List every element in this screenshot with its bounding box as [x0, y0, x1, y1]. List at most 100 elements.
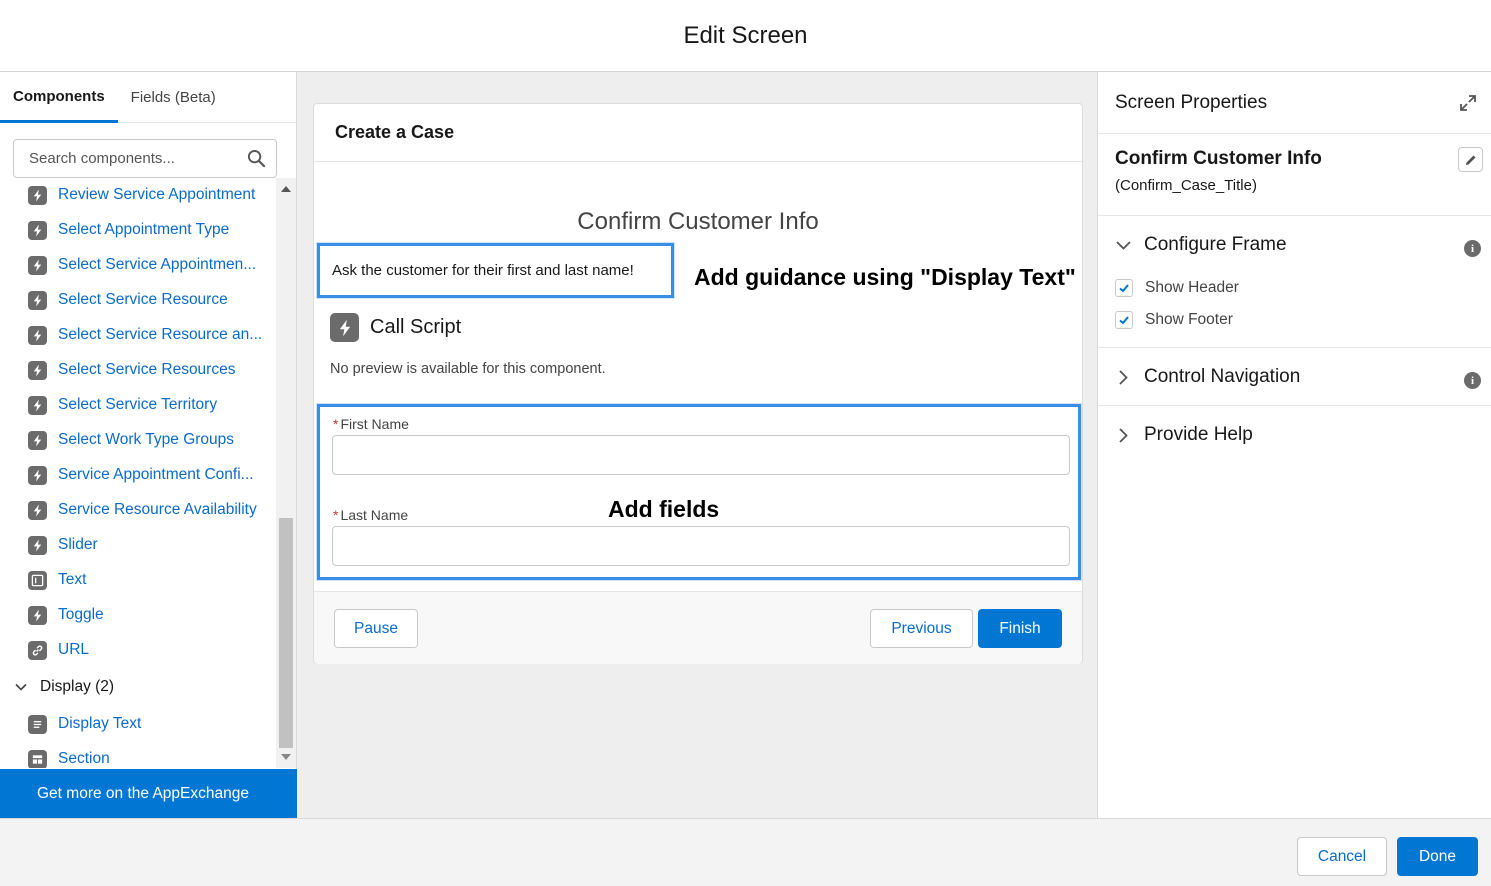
properties-title: Screen Properties — [1115, 91, 1268, 113]
show-header-option[interactable]: Show Header — [1115, 279, 1239, 297]
tab-components[interactable]: Components — [0, 72, 118, 123]
component-item[interactable]: Toggle — [28, 602, 104, 628]
chevron-down-icon — [15, 683, 27, 691]
expand-icon[interactable] — [1459, 94, 1477, 112]
previous-button[interactable]: Previous — [870, 609, 973, 648]
section-label: Control Navigation — [1144, 366, 1301, 387]
pencil-icon — [1465, 155, 1475, 165]
display-text-component[interactable]: Ask the customer for their first and las… — [317, 243, 674, 298]
component-label: Slider — [58, 536, 98, 553]
section-control-navigation[interactable]: Control Navigation — [1115, 366, 1300, 388]
finish-button[interactable]: Finish — [978, 609, 1062, 648]
search-box — [13, 139, 277, 178]
properties-header: Screen Properties — [1098, 72, 1491, 134]
pause-button[interactable]: Pause — [334, 609, 418, 648]
component-item[interactable]: Select Appointment Type — [28, 217, 229, 243]
display-text-content: Ask the customer for their first and las… — [332, 262, 634, 279]
chevron-down-icon — [1116, 240, 1131, 250]
chevron-right-icon — [1119, 427, 1128, 443]
screen-api-name: (Confirm_Case_Title) — [1115, 177, 1257, 194]
lightning-icon — [28, 185, 47, 205]
first-name-input[interactable] — [332, 435, 1070, 475]
components-panel: Components Fields (Beta) Review Service … — [0, 72, 297, 818]
component-list-scrollbar[interactable] — [276, 178, 296, 768]
display-group-toggle[interactable]: Display (2) — [14, 674, 114, 700]
annotation-add-fields: Add fields — [608, 496, 720, 522]
show-footer-checkbox[interactable] — [1115, 311, 1133, 329]
modal-title: Edit Screen — [683, 21, 808, 49]
component-item[interactable]: Review Service Appointment — [28, 182, 255, 208]
modal-header: Edit Screen — [0, 0, 1491, 72]
checkbox-label: Show Footer — [1145, 311, 1233, 328]
call-script-label: Call Script — [370, 316, 462, 338]
card-header: Create a Case — [314, 104, 1082, 162]
component-label: Display Text — [58, 715, 142, 732]
modal-footer: Cancel Done — [0, 818, 1491, 886]
cancel-button[interactable]: Cancel — [1297, 837, 1387, 876]
component-label: Service Resource Availability — [58, 501, 257, 518]
component-label: Review Service Appointment — [58, 186, 256, 203]
group-label: Display (2) — [40, 678, 115, 695]
check-icon — [1119, 284, 1129, 293]
screen-label: Confirm Customer Info — [1115, 148, 1322, 169]
divider — [1098, 347, 1491, 348]
check-icon — [1119, 316, 1129, 325]
call-script-component[interactable]: Call Script — [330, 313, 461, 342]
component-label: URL — [58, 641, 90, 658]
no-preview-text: No preview is available for this compone… — [330, 361, 606, 377]
component-item[interactable]: URL — [28, 637, 89, 663]
text-input-icon — [28, 570, 47, 590]
lightning-icon — [28, 605, 47, 625]
show-footer-option[interactable]: Show Footer — [1115, 311, 1233, 329]
show-header-checkbox[interactable] — [1115, 279, 1133, 297]
lightning-icon — [28, 290, 47, 310]
component-item[interactable]: Select Work Type Groups — [28, 427, 234, 453]
lightning-icon — [28, 395, 47, 415]
required-marker: * — [333, 507, 339, 523]
tab-fields-beta[interactable]: Fields (Beta) — [118, 72, 229, 123]
divider — [1098, 405, 1491, 406]
scroll-down-arrow-icon[interactable] — [281, 754, 291, 760]
component-label: Select Appointment Type — [58, 221, 230, 238]
lightning-icon — [28, 220, 47, 240]
lightning-icon — [330, 313, 359, 342]
checkbox-label: Show Header — [1145, 279, 1239, 296]
edit-button[interactable] — [1458, 147, 1483, 172]
component-item[interactable]: Text — [28, 567, 86, 593]
lightning-icon — [28, 255, 47, 275]
section-configure-frame[interactable]: Configure Frame — [1115, 234, 1287, 256]
info-icon[interactable]: i — [1464, 240, 1481, 257]
component-item[interactable]: Select Service Territory — [28, 392, 217, 418]
done-button[interactable]: Done — [1397, 837, 1478, 876]
screen-canvas: Create a Case Confirm Customer Info Ask … — [297, 72, 1097, 818]
info-icon[interactable]: i — [1464, 372, 1481, 389]
component-item[interactable]: Display Text — [28, 711, 141, 737]
search-icon[interactable] — [247, 149, 266, 168]
screen-title: Confirm Customer Info — [577, 208, 819, 235]
component-item[interactable]: Select Service Resource — [28, 287, 228, 313]
lightning-icon — [28, 500, 47, 520]
component-item[interactable]: Service Resource Availability — [28, 497, 257, 523]
component-label: Section — [58, 750, 110, 767]
component-item[interactable]: Section — [28, 746, 110, 768]
screen-preview-card: Create a Case Confirm Customer Info Ask … — [313, 103, 1083, 664]
component-item[interactable]: Select Service Resources — [28, 357, 235, 383]
component-item[interactable]: Select Service Appointmen... — [28, 252, 256, 278]
component-item[interactable]: Select Service Resource an... — [28, 322, 262, 348]
section-provide-help[interactable]: Provide Help — [1115, 424, 1253, 446]
required-marker: * — [333, 416, 339, 432]
section-label: Configure Frame — [1144, 234, 1287, 255]
chevron-right-icon — [1119, 369, 1128, 385]
component-item[interactable]: Slider — [28, 532, 98, 558]
component-label: Select Service Resource an... — [58, 326, 263, 343]
annotation-guidance: Add guidance using "Display Text" — [694, 264, 1076, 290]
component-label: Service Appointment Confi... — [58, 466, 254, 483]
component-label: Toggle — [58, 606, 104, 623]
component-item[interactable]: Service Appointment Confi... — [28, 462, 254, 488]
scroll-up-arrow-icon[interactable] — [281, 186, 291, 192]
search-input[interactable] — [29, 150, 247, 167]
scrollbar-thumb[interactable] — [279, 518, 293, 748]
lightning-icon — [28, 430, 47, 450]
last-name-input[interactable] — [332, 526, 1070, 566]
appexchange-link[interactable]: Get more on the AppExchange — [0, 769, 297, 818]
